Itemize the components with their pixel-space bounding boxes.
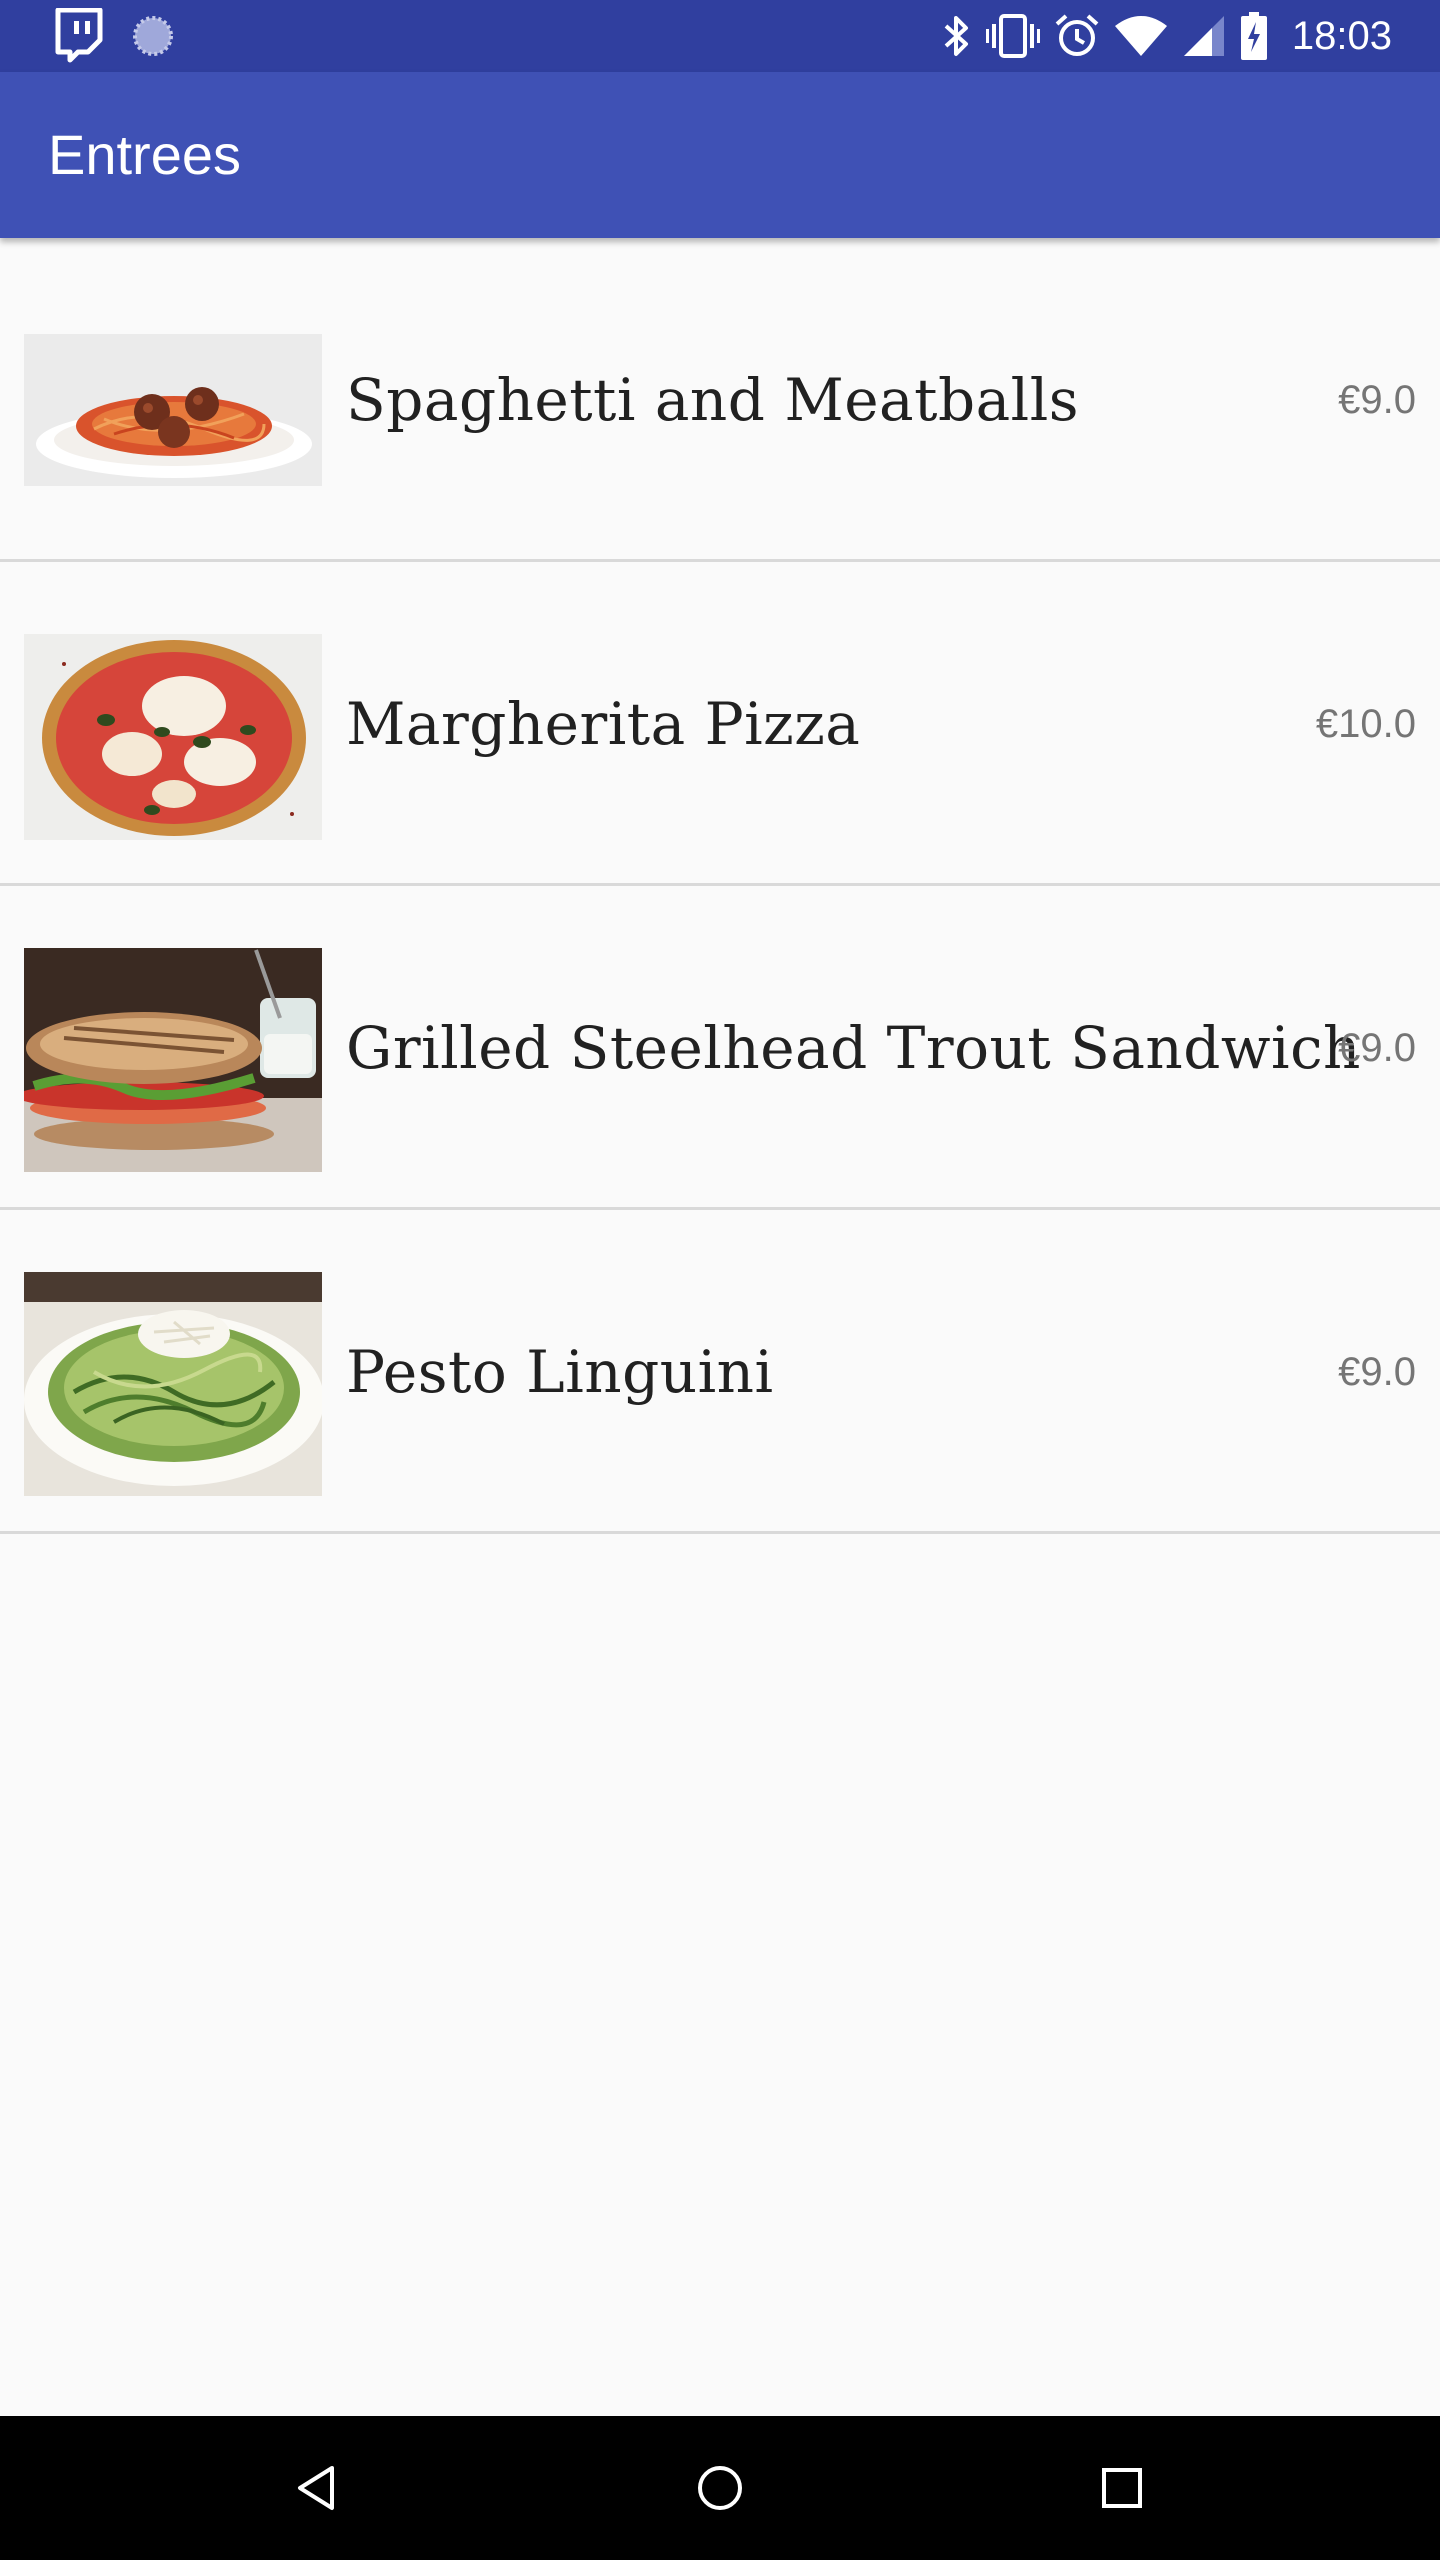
nav-bar <box>0 2416 1440 2560</box>
item-price: €9.0 <box>1338 1026 1416 1070</box>
battery-charging-icon <box>1240 0 1268 72</box>
item-price: €9.0 <box>1338 1350 1416 1394</box>
status-time: 18:03 <box>1291 13 1392 58</box>
menu-list: Spaghetti and Meatballs €9.0 Margherita … <box>0 238 1440 1534</box>
status-left-icons <box>52 0 174 72</box>
home-icon[interactable] <box>648 2416 792 2560</box>
status-right-icons: 18:03 <box>942 0 1392 72</box>
wifi-icon <box>1114 0 1168 72</box>
signal-icon <box>1182 0 1226 72</box>
menu-item-trout-sandwich[interactable]: Grilled Steelhead Trout Sandwich €9.0 <box>0 886 1440 1210</box>
back-icon[interactable] <box>244 2416 388 2560</box>
item-price: €10.0 <box>1315 702 1416 746</box>
pizza-photo <box>24 634 322 840</box>
menu-item-pesto[interactable]: Pesto Linguini €9.0 <box>0 1210 1440 1534</box>
status-bar: 18:03 <box>0 0 1440 72</box>
spaghetti-photo <box>24 334 322 486</box>
pesto-photo <box>24 1272 322 1496</box>
recents-icon[interactable] <box>1050 2416 1194 2560</box>
item-name: Spaghetti and Meatballs <box>346 366 1080 434</box>
menu-item-pizza[interactable]: Margherita Pizza €10.0 <box>0 562 1440 886</box>
vibrate-icon <box>985 0 1040 72</box>
page-title: Entrees <box>48 123 241 186</box>
sandwich-photo <box>24 948 322 1172</box>
bluetooth-icon <box>942 0 972 72</box>
item-price: €9.0 <box>1338 378 1416 422</box>
twitch-icon <box>52 0 104 72</box>
alarm-icon <box>1054 0 1100 72</box>
loading-icon <box>132 0 174 72</box>
menu-item-spaghetti[interactable]: Spaghetti and Meatballs €9.0 <box>0 238 1440 562</box>
item-name: Grilled Steelhead Trout Sandwich <box>346 1014 1361 1082</box>
app-bar: Entrees <box>0 72 1440 238</box>
item-name: Pesto Linguini <box>346 1338 774 1406</box>
item-name: Margherita Pizza <box>346 690 861 758</box>
